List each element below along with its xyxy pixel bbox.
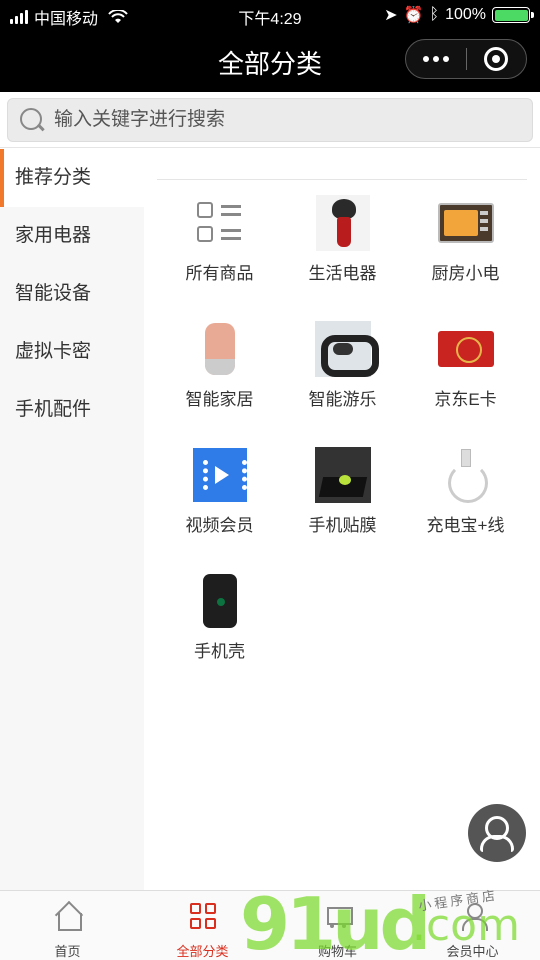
grid-item-label: 智能游乐 xyxy=(308,390,377,409)
tab-cart[interactable]: 购物车 xyxy=(270,891,405,960)
customer-service-button[interactable] xyxy=(468,804,526,862)
sidebar-item-virtual-cards[interactable]: 虚拟卡密 xyxy=(0,323,144,381)
grid-item-life-appliances[interactable]: 生活电器 xyxy=(281,195,404,305)
cable-image xyxy=(438,447,494,503)
sidebar-item-recommended[interactable]: 推荐分类 xyxy=(0,149,144,207)
smart-band-image xyxy=(314,321,379,377)
target-icon xyxy=(484,47,509,71)
screen-film-image xyxy=(314,447,371,503)
bluetooth-icon: ᛒ xyxy=(429,6,440,23)
grid-item-smart-play[interactable]: 智能游乐 xyxy=(281,321,404,431)
grid-item-smart-home[interactable]: 智能家居 xyxy=(158,321,281,431)
all-products-icon xyxy=(196,200,243,246)
category-sidebar: 推荐分类 家用电器 智能设备 虚拟卡密 手机配件 xyxy=(0,149,144,890)
search-icon xyxy=(18,106,46,134)
grid-item-label: 厨房小电 xyxy=(431,264,500,283)
miniprogram-capsule xyxy=(405,39,527,79)
tab-label: 全部分类 xyxy=(176,944,229,959)
search-bar xyxy=(0,92,540,148)
grid-item-label: 生活电器 xyxy=(308,264,377,283)
gift-card-image xyxy=(437,331,494,367)
grid-item-label: 所有商品 xyxy=(185,264,254,283)
home-icon xyxy=(53,901,83,931)
nav-bar: 全部分类 xyxy=(0,30,540,92)
tab-label: 购物车 xyxy=(317,944,357,959)
smart-home-image xyxy=(204,323,235,375)
tab-member-center[interactable]: 会员中心 xyxy=(405,891,540,960)
grid-item-label: 视频会员 xyxy=(185,516,254,535)
battery-percent: 100% xyxy=(445,6,486,23)
battery-icon xyxy=(492,7,534,23)
tab-home[interactable]: 首页 xyxy=(0,891,135,960)
grid-item-label: 智能家居 xyxy=(185,390,254,409)
grid-item-phone-case[interactable]: 手机壳 xyxy=(158,573,281,683)
status-bar: 中国移动 下午4:29 ➤ ⏰ ᛒ 100% xyxy=(0,0,540,30)
shaver-image xyxy=(315,195,370,251)
phone-case-image xyxy=(202,574,237,628)
grid-item-all-products[interactable]: 所有商品 xyxy=(158,195,281,305)
grid-item-video-vip[interactable]: 视频会员 xyxy=(158,447,281,557)
category-content: 所有商品 生活电器 厨房小电 智能家居 智能游乐 京东E卡 视频会员 手机贴膜 xyxy=(144,149,540,890)
more-button[interactable] xyxy=(406,39,466,79)
sidebar-item-home-appliances[interactable]: 家用电器 xyxy=(0,207,144,265)
oven-image xyxy=(437,203,494,243)
alarm-icon: ⏰ xyxy=(403,7,424,24)
location-icon: ➤ xyxy=(384,7,398,24)
tab-bar: 首页 全部分类 购物车 会员中心 xyxy=(0,890,540,960)
grid-item-power-bank-cable[interactable]: 充电宝+线 xyxy=(404,447,527,557)
tab-label: 首页 xyxy=(54,944,81,959)
close-miniprogram-button[interactable] xyxy=(466,39,526,79)
grid-item-label: 充电宝+线 xyxy=(426,516,505,535)
tab-label: 会员中心 xyxy=(446,944,499,959)
user-icon xyxy=(458,901,488,931)
grid-item-screen-film[interactable]: 手机贴膜 xyxy=(281,447,404,557)
status-right: ➤ ⏰ ᛒ 100% xyxy=(384,5,534,25)
sidebar-item-smart-devices[interactable]: 智能设备 xyxy=(0,265,144,323)
category-icon xyxy=(188,901,218,931)
grid-item-label: 手机贴膜 xyxy=(308,516,377,535)
grid-item-label: 京东E卡 xyxy=(434,390,497,409)
tab-all-categories[interactable]: 全部分类 xyxy=(135,891,270,960)
grid-item-kitchen[interactable]: 厨房小电 xyxy=(404,195,527,305)
subcategory-grid: 所有商品 生活电器 厨房小电 智能家居 智能游乐 京东E卡 视频会员 手机贴膜 xyxy=(158,195,528,683)
search-box[interactable] xyxy=(7,98,533,142)
search-input[interactable] xyxy=(54,109,514,131)
sidebar-item-phone-accessories[interactable]: 手机配件 xyxy=(0,381,144,439)
video-icon xyxy=(192,448,247,502)
grid-item-label: 手机壳 xyxy=(194,642,245,661)
content-divider xyxy=(157,179,527,180)
grid-item-jd-ecard[interactable]: 京东E卡 xyxy=(404,321,527,431)
cart-icon xyxy=(323,901,353,931)
